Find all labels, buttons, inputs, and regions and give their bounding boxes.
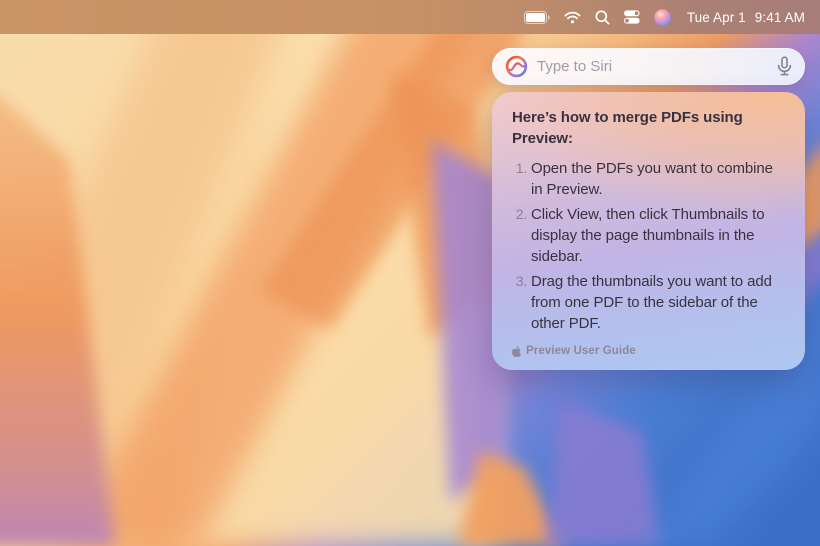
- step-item-1: Open the PDFs you want to combine in Pre…: [531, 158, 785, 200]
- clock-date: Tue Apr 1: [687, 10, 746, 25]
- wifi-icon[interactable]: [564, 0, 581, 34]
- battery-icon[interactable]: [524, 0, 550, 34]
- menu-bar: Tue Apr 1 9:41 AM: [0, 0, 820, 34]
- siri-input-bar[interactable]: [492, 48, 805, 85]
- apple-logo-icon: [512, 346, 521, 357]
- siri-menubar-icon[interactable]: [654, 0, 671, 34]
- menu-bar-clock[interactable]: Tue Apr 1 9:41 AM: [687, 10, 805, 25]
- spotlight-search-icon[interactable]: [595, 0, 610, 34]
- response-steps-list: Open the PDFs you want to combine in Pre…: [512, 158, 785, 338]
- clock-time: 9:41 AM: [755, 10, 805, 25]
- siri-response-card: Here’s how to merge PDFs using Preview: …: [492, 92, 805, 370]
- response-heading: Here’s how to merge PDFs using Preview:: [512, 107, 744, 149]
- microphone-icon[interactable]: [777, 56, 792, 77]
- siri-panel: Here’s how to merge PDFs using Preview: …: [492, 48, 805, 370]
- step-item-2: Click View, then click Thumbnails to dis…: [531, 204, 785, 267]
- source-label: Preview User Guide: [526, 345, 636, 357]
- siri-text-input[interactable]: [537, 58, 768, 75]
- step-item-3: Drag the thumbnails you want to add from…: [531, 271, 785, 334]
- source-link[interactable]: Preview User Guide: [512, 345, 785, 357]
- control-center-icon[interactable]: [624, 0, 640, 34]
- siri-orb-icon: [505, 55, 528, 78]
